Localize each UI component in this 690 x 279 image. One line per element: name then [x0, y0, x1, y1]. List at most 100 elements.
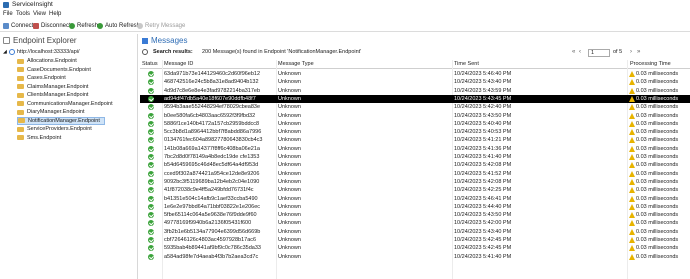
processing-time-cell: 0.03 milliseconds [636, 79, 679, 86]
disconnect-button[interactable]: Disconnect [33, 21, 71, 30]
status-ok-icon [148, 95, 154, 102]
table-row[interactable]: 63da971b73e144129460c2d60f96eb12 Unknown 1… [140, 70, 690, 78]
warning-icon [629, 228, 635, 235]
disconnect-icon [33, 22, 39, 29]
connect-button[interactable]: Connect [3, 21, 33, 30]
last-page-icon[interactable]: » [637, 49, 640, 55]
refresh-button[interactable]: Refresh [69, 21, 98, 30]
prev-page-icon[interactable]: ‹ [579, 49, 581, 55]
processing-time-cell: 0.03 milliseconds [636, 253, 679, 260]
table-row[interactable]: 7bc2d8d0f78149a4b8edc19de cfe1353 Unknown… [140, 153, 690, 161]
table-row[interactable]: 3fb2b1e6b5134a77904e6399d56d669b Unknown 1… [140, 228, 690, 236]
table-row[interactable]: 9594b3aae552448294ef78029cbea83e Unknown 1… [140, 103, 690, 111]
time-sent-cell: 10/24/2023 5:40:53 PM [454, 129, 512, 136]
column-header-message-type[interactable]: Message Type [278, 61, 314, 67]
warning-icon [629, 104, 635, 111]
menu-tools[interactable]: Tools [16, 11, 30, 17]
endpoint-item-cases[interactable]: Cases.Endpoint [17, 74, 70, 82]
endpoint-item-sms[interactable]: Sms.Endpoint [17, 134, 65, 142]
status-ok-icon [148, 253, 154, 260]
refresh-label: Refresh [77, 22, 99, 29]
folder-icon [17, 92, 24, 98]
endpoint-item-communicationsmanager[interactable]: CommunicationsManager.Endpoint [17, 100, 117, 108]
menu-help[interactable]: Help [49, 11, 61, 17]
table-row[interactable]: b41351e504c14afb9c1aef33ccba5490 Unknown 1… [140, 195, 690, 203]
endpoint-item-allocations[interactable]: Allocations.Endpoint [17, 57, 81, 65]
time-sent-cell: 10/24/2023 5:41:40 PM [454, 253, 512, 260]
endpoint-item-diarymanager[interactable]: DiaryManager.Endpoint [17, 108, 88, 116]
table-row[interactable]: b0ee580fa6cb4803aac6592f3f9fbd32 Unknown 1… [140, 112, 690, 120]
table-row[interactable]: 5cc3b8d1a8964412bbf7f8abdd86a7996 Unknown… [140, 128, 690, 136]
table-row[interactable]: cced9f302a874421a954ce12de8e9206 Unknown 1… [140, 170, 690, 178]
table-row[interactable]: 5935bab4b89441af9bf9c0c786c35da33 Unknown… [140, 244, 690, 252]
menu-file[interactable]: File [3, 11, 13, 17]
endpoint-label: Allocations.Endpoint [27, 58, 77, 64]
endpoint-item-casedocuments[interactable]: CaseDocuments.Endpoint [17, 66, 95, 74]
endpoint-item-clientsmanager[interactable]: ClientsManager.Endpoint [17, 91, 92, 99]
table-row[interactable]: 468742516e24c5b8a31e8ad9404b132 Unknown 10… [140, 78, 690, 86]
status-ok-icon [148, 145, 154, 152]
table-row[interactable]: 4d9d7c8e6e8e4e3fad9782214ba317eb Unknown 1… [140, 87, 690, 95]
table-row[interactable]: 0134761fec604a89827780643830cb4c3 Unknown… [140, 136, 690, 144]
endpoint-label: CommunicationsManager.Endpoint [27, 100, 113, 107]
column-header-message-id[interactable]: Message ID [164, 61, 193, 67]
table-row[interactable]: 49778169f9940b6a2136f05431f600 Unknown 10/… [140, 219, 690, 227]
message-id-cell: a584ad98fe7d4aeab4f3b7b2aea3cd7c [164, 253, 259, 260]
search-icon[interactable] [142, 49, 148, 55]
menu-view[interactable]: View [33, 11, 46, 17]
status-ok-icon [148, 203, 154, 210]
folder-icon [17, 135, 24, 140]
message-id-cell: 41f872038c9e4ff5a249bfdd76731f4c [164, 187, 254, 194]
column-header-time-sent[interactable]: Time Sent [454, 61, 479, 67]
endpoint-label: CaseDocuments.Endpoint [27, 66, 91, 73]
messages-icon [142, 38, 148, 44]
status-ok-icon [148, 212, 154, 219]
table-row[interactable]: b54d6459695c46d48ec5df64a4df953d Unknown 1… [140, 161, 690, 169]
endpoint-item-claimsmanager[interactable]: ClaimsManager.Endpoint [17, 83, 92, 91]
table-row[interactable]: 9092bc3f5119689ba12b4eb2c04e1090 Unknown 1… [140, 178, 690, 186]
globe-icon [8, 49, 15, 55]
next-page-icon[interactable]: › [630, 49, 632, 55]
message-id-cell: 7bc2d8d0f78149a4b8edc19de cfe1353 [164, 154, 260, 160]
status-ok-icon [148, 154, 154, 160]
status-ok-icon [148, 187, 154, 194]
table-row[interactable]: a584ad98fe7d4aeab4f3b7b2aea3cd7c Unknown 1… [140, 253, 690, 261]
first-page-icon[interactable]: « [572, 49, 575, 55]
message-id-cell: 1e6e2e97bbd64a71bbf03822e1e206ec [164, 203, 261, 210]
expand-triangle-icon[interactable]: ◢ [3, 49, 7, 55]
table-row[interactable]: 1e6e2e97bbd64a71bbf03822e1e206ec Unknown 1… [140, 203, 690, 211]
time-sent-cell: 10/24/2023 5:46:41 PM [454, 195, 512, 202]
refresh-icon [69, 22, 75, 29]
app-title: ServiceInsight [12, 1, 53, 8]
status-ok-icon [148, 79, 154, 86]
time-sent-cell: 10/24/2023 5:41:21 PM [454, 137, 512, 144]
status-ok-icon [148, 245, 154, 252]
table-row[interactable]: ad94df47db5a40e18f607e90ddfb48f7 Unknown 1… [140, 94, 690, 104]
pane-splitter[interactable] [137, 34, 138, 279]
toolbar: Connect Disconnect Refresh Auto Refresh … [0, 19, 690, 32]
column-header-status[interactable]: Status [142, 61, 158, 67]
tree-root[interactable]: ◢ http://localhost:33333/api/ [3, 48, 80, 56]
processing-time-cell: 0.03 milliseconds [636, 120, 679, 127]
message-id-cell: 0134761fec604a89827780643830cb4c3 [164, 137, 263, 144]
page-input[interactable]: 1 [588, 49, 610, 57]
message-type-cell: Unknown [278, 71, 301, 77]
folder-icon [17, 75, 24, 81]
warning-icon [629, 145, 635, 152]
table-row[interactable]: 5886f1ce140b4172a157cb2959bddcc8 Unknown 1… [140, 120, 690, 128]
endpoint-item-notificationmanager[interactable]: NotificationManager.Endpoint [17, 116, 105, 125]
column-header-processing-time[interactable]: Processing Time [630, 61, 671, 67]
retry-message-button[interactable]: Retry Message [137, 21, 185, 30]
table-row[interactable]: 141b08a669a14377f8ff6c408ba06e21a Unknown… [140, 145, 690, 153]
endpoint-item-serviceproviders[interactable]: ServiceProviders.Endpoint [17, 125, 96, 133]
processing-time-cell: 0.03 milliseconds [636, 95, 679, 102]
table-row[interactable]: 5fbe65114c064a5e9638e76f9dde9f60 Unknown 1… [140, 211, 690, 219]
processing-time-cell: 0.03 milliseconds [636, 145, 679, 152]
endpoint-label: ServiceProviders.Endpoint [27, 126, 92, 132]
auto-refresh-button[interactable]: Auto Refresh [97, 21, 140, 30]
warning-icon [629, 162, 635, 169]
table-row[interactable]: 41f872038c9e4ff5a249bfdd76731f4c Unknown 1… [140, 186, 690, 194]
warning-icon [629, 129, 635, 136]
processing-time-cell: 0.03 milliseconds [636, 129, 679, 136]
table-row[interactable]: cbf72646126c4803ac4597928b17ac6 Unknown 10… [140, 236, 690, 244]
